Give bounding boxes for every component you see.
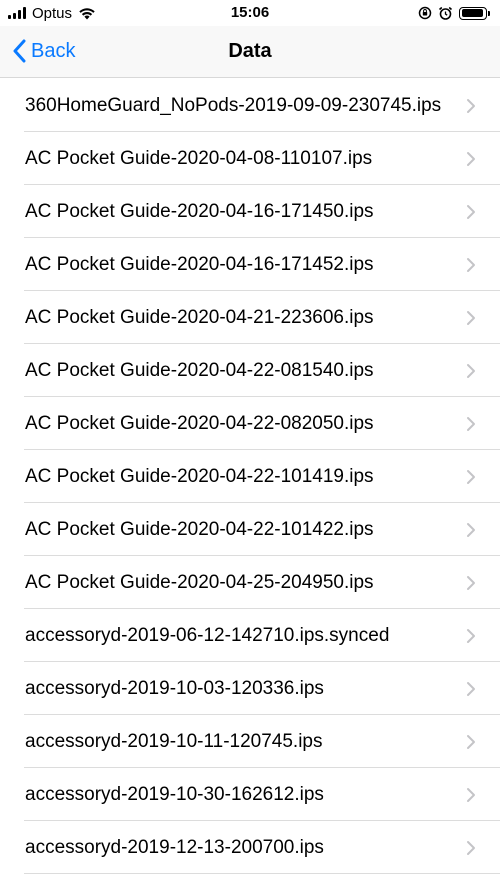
list-item[interactable]: accessoryd-2019-10-30-162612.ips xyxy=(0,768,500,821)
file-name: AC Pocket Guide-2020-04-22-101419.ips xyxy=(25,465,374,487)
chevron-right-icon xyxy=(467,575,475,590)
list-item[interactable]: AC Pocket Guide-2020-04-22-101419.ips xyxy=(0,450,500,503)
chevron-right-icon xyxy=(467,204,475,219)
file-name: accessoryd-2019-06-12-142710.ips.synced xyxy=(25,624,390,646)
file-list: 360HomeGuard_NoPods-2019-09-09-230745.ip… xyxy=(0,79,500,874)
file-name: AC Pocket Guide-2020-04-16-171450.ips xyxy=(25,200,374,222)
list-item[interactable]: 360HomeGuard_NoPods-2019-09-09-230745.ip… xyxy=(0,79,500,132)
navigation-bar: Data Back xyxy=(0,26,500,78)
file-name: AC Pocket Guide-2020-04-25-204950.ips xyxy=(25,571,374,593)
chevron-right-icon xyxy=(467,98,475,113)
battery-cap xyxy=(488,10,490,16)
list-item[interactable]: accessoryd-2019-10-03-120336.ips xyxy=(0,662,500,715)
file-name: AC Pocket Guide-2020-04-22-101422.ips xyxy=(25,518,374,540)
chevron-right-icon xyxy=(467,310,475,325)
file-name: AC Pocket Guide-2020-04-16-171452.ips xyxy=(25,253,374,275)
list-item[interactable]: AC Pocket Guide-2020-04-16-171452.ips xyxy=(0,238,500,291)
file-name: AC Pocket Guide-2020-04-08-110107.ips xyxy=(25,147,373,169)
orientation-lock-icon xyxy=(418,6,432,20)
list-item[interactable]: accessoryd-2019-06-12-142710.ips.synced xyxy=(0,609,500,662)
file-name: AC Pocket Guide-2020-04-22-081540.ips xyxy=(25,359,374,381)
list-item[interactable]: AC Pocket Guide-2020-04-16-171450.ips xyxy=(0,185,500,238)
file-name: accessoryd-2019-10-11-120745.ips xyxy=(25,730,323,752)
chevron-right-icon xyxy=(467,522,475,537)
battery-icon xyxy=(459,6,487,20)
file-name: accessoryd-2019-10-03-120336.ips xyxy=(25,677,324,699)
list-item[interactable]: AC Pocket Guide-2020-04-08-110107.ips xyxy=(0,132,500,185)
list-item[interactable]: AC Pocket Guide-2020-04-22-082050.ips xyxy=(0,397,500,450)
list-item[interactable]: AC Pocket Guide-2020-04-25-204950.ips xyxy=(0,556,500,609)
back-label: Back xyxy=(31,39,76,62)
file-name: accessoryd-2019-10-30-162612.ips xyxy=(25,783,324,805)
file-name: 360HomeGuard_NoPods-2019-09-09-230745.ip… xyxy=(25,94,442,116)
list-item[interactable]: AC Pocket Guide-2020-04-22-101422.ips xyxy=(0,503,500,556)
chevron-right-icon xyxy=(467,416,475,431)
file-name: AC Pocket Guide-2020-04-21-223606.ips xyxy=(25,306,374,328)
alarm-icon xyxy=(438,6,453,20)
file-name: accessoryd-2019-12-13-200700.ips xyxy=(25,836,324,858)
chevron-right-icon xyxy=(467,787,475,802)
status-bar: Optus 15:06 xyxy=(0,0,500,26)
list-item[interactable]: accessoryd-2019-12-13-200700.ips xyxy=(0,821,500,874)
chevron-right-icon xyxy=(467,628,475,643)
list-item[interactable]: accessoryd-2019-10-11-120745.ips xyxy=(0,715,500,768)
list-item[interactable]: AC Pocket Guide-2020-04-22-081540.ips xyxy=(0,344,500,397)
list-item[interactable]: AC Pocket Guide-2020-04-21-223606.ips xyxy=(0,291,500,344)
chevron-right-icon xyxy=(467,363,475,378)
chevron-right-icon xyxy=(467,257,475,272)
chevron-right-icon xyxy=(467,151,475,166)
chevron-right-icon xyxy=(467,734,475,749)
chevron-right-icon xyxy=(467,469,475,484)
chevron-right-icon xyxy=(467,681,475,696)
chevron-right-icon xyxy=(467,840,475,855)
back-button[interactable]: Back xyxy=(12,26,75,76)
chevron-left-icon xyxy=(13,39,26,63)
file-name: AC Pocket Guide-2020-04-22-082050.ips xyxy=(25,412,374,434)
status-right xyxy=(418,4,490,22)
